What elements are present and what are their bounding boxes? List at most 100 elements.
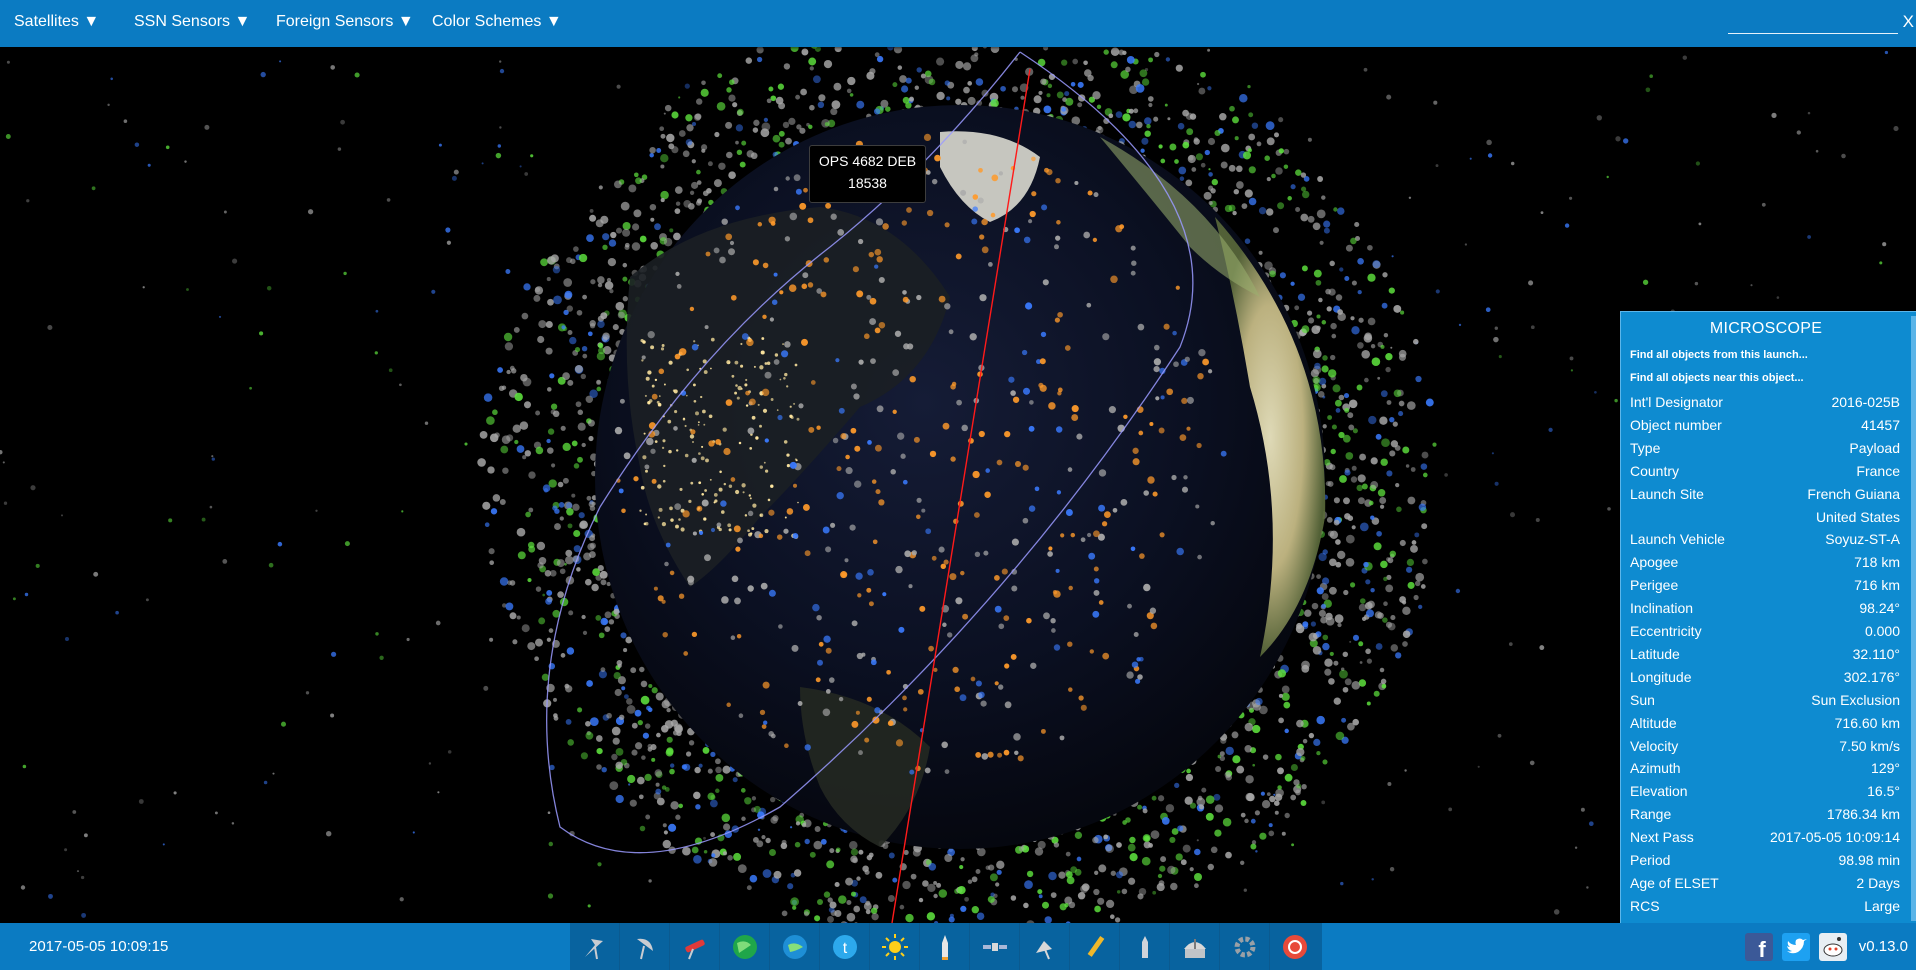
- simulation-datetime[interactable]: 2017-05-05 10:09:15: [29, 923, 168, 970]
- info-key: Elevation: [1630, 783, 1688, 800]
- info-row: Apogee 718 km: [1630, 554, 1900, 574]
- info-value: 0.000: [1864, 623, 1900, 639]
- observatory-icon[interactable]: [1170, 923, 1220, 970]
- info-row: United States: [1630, 509, 1900, 529]
- info-value: Sun Exclusion: [1811, 691, 1900, 708]
- find-launch-objects-link[interactable]: Find all objects from this launch...: [1630, 349, 1808, 361]
- info-row: Velocity 7.50 km/s: [1630, 738, 1900, 758]
- info-row: Type Payload: [1630, 440, 1900, 460]
- info-value: 98.98 min: [1838, 852, 1900, 868]
- info-value: 98.24°: [1859, 600, 1900, 617]
- info-row: Launch Vehicle Soyuz-ST-A: [1630, 531, 1900, 551]
- info-row: Inclination 98.24°: [1630, 600, 1900, 620]
- info-key: Next Pass: [1630, 829, 1694, 846]
- info-key: Latitude: [1630, 645, 1680, 662]
- reddit-icon[interactable]: [1819, 933, 1847, 961]
- info-value: 2 Days: [1856, 874, 1900, 891]
- satellite-info-panel: MICROSCOPE Find all objects from this la…: [1620, 311, 1916, 923]
- bottom-toolbar: t: [570, 923, 1322, 970]
- info-value: 302.176°: [1843, 668, 1900, 685]
- info-row: Range 1786.34 km: [1630, 806, 1900, 826]
- search-box: [1728, 11, 1902, 35]
- info-key: Eccentricity: [1630, 623, 1702, 639]
- svg-text:t: t: [843, 940, 848, 957]
- info-key: Period: [1630, 852, 1671, 868]
- info-value: 32.110°: [1852, 645, 1900, 662]
- info-value: French Guiana: [1807, 485, 1900, 502]
- tooltip-satellite-name: OPS 4682 DEB: [818, 153, 917, 169]
- info-value: Soyuz-ST-A: [1825, 531, 1900, 548]
- info-key: Range: [1630, 806, 1672, 823]
- top-menu-bar: Satellites ▼ SSN Sensors ▼ Foreign Senso…: [0, 0, 1916, 47]
- info-value: 716 km: [1854, 577, 1900, 594]
- menu-ssn-sensors[interactable]: SSN Sensors ▼: [134, 0, 250, 47]
- info-key: Object number: [1630, 416, 1722, 433]
- info-value: 16.5°: [1867, 783, 1900, 800]
- info-key: Country: [1630, 462, 1680, 479]
- info-key: Launch Site: [1630, 485, 1704, 502]
- info-key: Int'l Designator: [1630, 394, 1723, 410]
- info-key: RCS: [1630, 897, 1660, 914]
- search-input[interactable]: [1728, 11, 1902, 35]
- info-value: 129°: [1871, 760, 1900, 777]
- facebook-icon[interactable]: f: [1745, 933, 1773, 962]
- info-row: Country France: [1630, 463, 1900, 483]
- info-row: Azimuth 129°: [1630, 760, 1900, 780]
- menu-foreign-sensors[interactable]: Foreign Sensors ▼: [276, 0, 414, 47]
- radar-sweep-icon[interactable]: [1270, 923, 1320, 970]
- app-version: v0.13.0: [1858, 938, 1908, 955]
- info-key: Launch Vehicle: [1630, 531, 1725, 548]
- earth-green-icon[interactable]: [720, 923, 770, 970]
- twitter-bird-icon[interactable]: t: [820, 923, 870, 970]
- info-key: Azimuth: [1630, 760, 1681, 777]
- info-row: Launch Site French Guiana: [1630, 486, 1900, 506]
- info-row: Latitude 32.110°: [1630, 646, 1900, 666]
- info-row: Sun Sun Exclusion: [1630, 692, 1900, 712]
- search-clear-button[interactable]: X: [1903, 12, 1914, 32]
- sensor-dish-icon[interactable]: [570, 923, 620, 970]
- bottom-bar: 2017-05-05 10:09:15 t f v0.13.0: [0, 923, 1916, 970]
- satellite-dish-icon[interactable]: [1020, 923, 1070, 970]
- info-row: RCS Large: [1630, 898, 1900, 918]
- info-row: Age of ELSET 2 Days: [1630, 875, 1900, 895]
- radar-dish-icon[interactable]: [620, 923, 670, 970]
- info-row: Eccentricity 0.000: [1630, 623, 1900, 643]
- info-key: Inclination: [1630, 600, 1694, 617]
- gear-icon[interactable]: [1220, 923, 1270, 970]
- info-row: Object number 41457: [1630, 417, 1900, 437]
- info-value: Payload: [1849, 439, 1900, 456]
- info-value: 718 km: [1854, 554, 1900, 571]
- info-value: 2017-05-05 10:09:14: [1770, 829, 1900, 846]
- telescope-icon[interactable]: [670, 923, 720, 970]
- info-row: Elevation 16.5°: [1630, 783, 1900, 803]
- find-nearby-objects-link[interactable]: Find all objects near this object...: [1630, 372, 1804, 384]
- earth-blue-icon[interactable]: [770, 923, 820, 970]
- info-value: 7.50 km/s: [1839, 737, 1900, 754]
- pencil-icon[interactable]: [1070, 923, 1120, 970]
- info-row: Altitude 716.60 km: [1630, 715, 1900, 735]
- info-key: Perigee: [1630, 577, 1679, 594]
- hover-satellite-tooltip: OPS 4682 DEB 18538: [809, 145, 926, 203]
- info-value: 41457: [1861, 416, 1900, 433]
- info-key: Sun: [1630, 691, 1655, 708]
- satellite-icon[interactable]: [970, 923, 1020, 970]
- info-key: Age of ELSET: [1630, 874, 1719, 891]
- rocket-small-icon[interactable]: [1120, 923, 1170, 970]
- tooltip-satellite-number: 18538: [848, 175, 887, 191]
- sun-icon[interactable]: [870, 923, 920, 970]
- twitter-icon[interactable]: [1782, 933, 1810, 961]
- info-key: Altitude: [1630, 714, 1677, 731]
- info-row: Perigee 716 km: [1630, 577, 1900, 597]
- svg-text:f: f: [1758, 937, 1766, 961]
- panel-scrollbar[interactable]: [1911, 316, 1916, 921]
- info-value: United States: [1815, 508, 1900, 525]
- info-key: Longitude: [1630, 668, 1692, 685]
- info-key: Velocity: [1630, 737, 1679, 754]
- info-value: 716.60 km: [1834, 714, 1900, 731]
- rocket-icon[interactable]: [920, 923, 970, 970]
- menu-satellites[interactable]: Satellites ▼: [14, 0, 99, 47]
- info-value: Large: [1864, 897, 1900, 914]
- menu-color-schemes[interactable]: Color Schemes ▼: [432, 0, 562, 47]
- satellite-name-title: MICROSCOPE: [1709, 320, 1823, 337]
- info-key: Type: [1630, 439, 1661, 456]
